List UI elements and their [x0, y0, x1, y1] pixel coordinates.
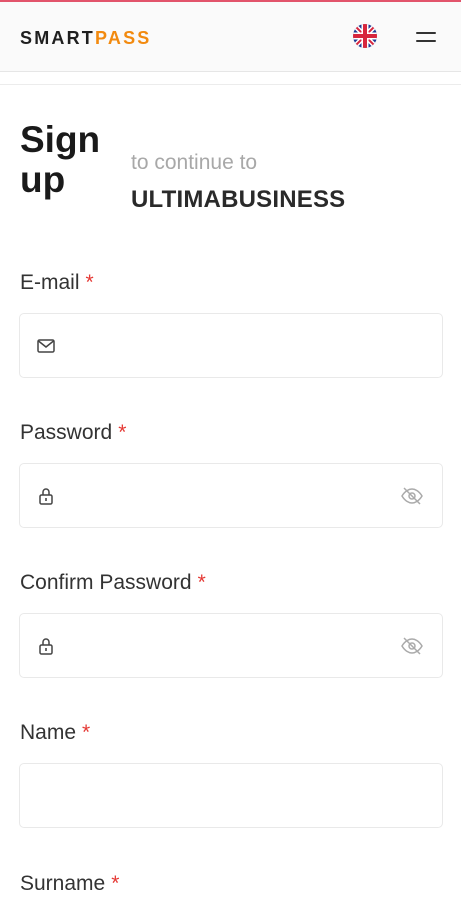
page-title: Sign up [20, 119, 101, 200]
surname-label: Surname * [20, 871, 119, 897]
password-label-text: Password [20, 421, 113, 444]
password-field[interactable] [19, 463, 443, 528]
confirm-password-field[interactable] [19, 613, 443, 678]
eye-off-icon[interactable] [400, 634, 424, 658]
required-marker: * [197, 571, 206, 594]
confirm-password-label-text: Confirm Password [20, 571, 192, 594]
password-label: Password * [20, 420, 126, 446]
email-label: E-mail * [20, 270, 94, 296]
eye-off-icon[interactable] [400, 484, 424, 508]
page-subtitle: to continue to [131, 151, 258, 174]
app-header: SMARTPASS [0, 2, 461, 72]
surname-label-text: Surname [20, 872, 106, 895]
header-divider [0, 84, 461, 85]
hamburger-menu-icon[interactable] [414, 28, 438, 46]
target-app-name: ULTIMABUSINESS [131, 186, 346, 213]
email-field[interactable] [19, 313, 443, 378]
envelope-icon [36, 336, 56, 356]
email-input[interactable] [72, 314, 372, 377]
lock-icon [36, 636, 56, 656]
name-label: Name * [20, 720, 90, 746]
name-label-text: Name [20, 721, 77, 744]
menu-line-bottom [416, 40, 436, 42]
logo-text-pass: PASS [95, 28, 152, 48]
lock-icon [36, 486, 56, 506]
name-field[interactable] [19, 763, 443, 828]
password-input[interactable] [72, 464, 372, 527]
confirm-password-label: Confirm Password * [20, 570, 206, 596]
confirm-password-input[interactable] [72, 614, 372, 677]
menu-line-top [416, 32, 436, 34]
email-label-text: E-mail [20, 271, 80, 294]
required-marker: * [118, 421, 127, 444]
logo-text-smart: SMART [20, 28, 95, 48]
name-input[interactable] [36, 764, 336, 827]
required-marker: * [82, 721, 91, 744]
required-marker: * [85, 271, 94, 294]
required-marker: * [111, 872, 120, 895]
smartpass-logo[interactable]: SMARTPASS [20, 28, 151, 48]
uk-flag-icon[interactable] [353, 24, 377, 48]
